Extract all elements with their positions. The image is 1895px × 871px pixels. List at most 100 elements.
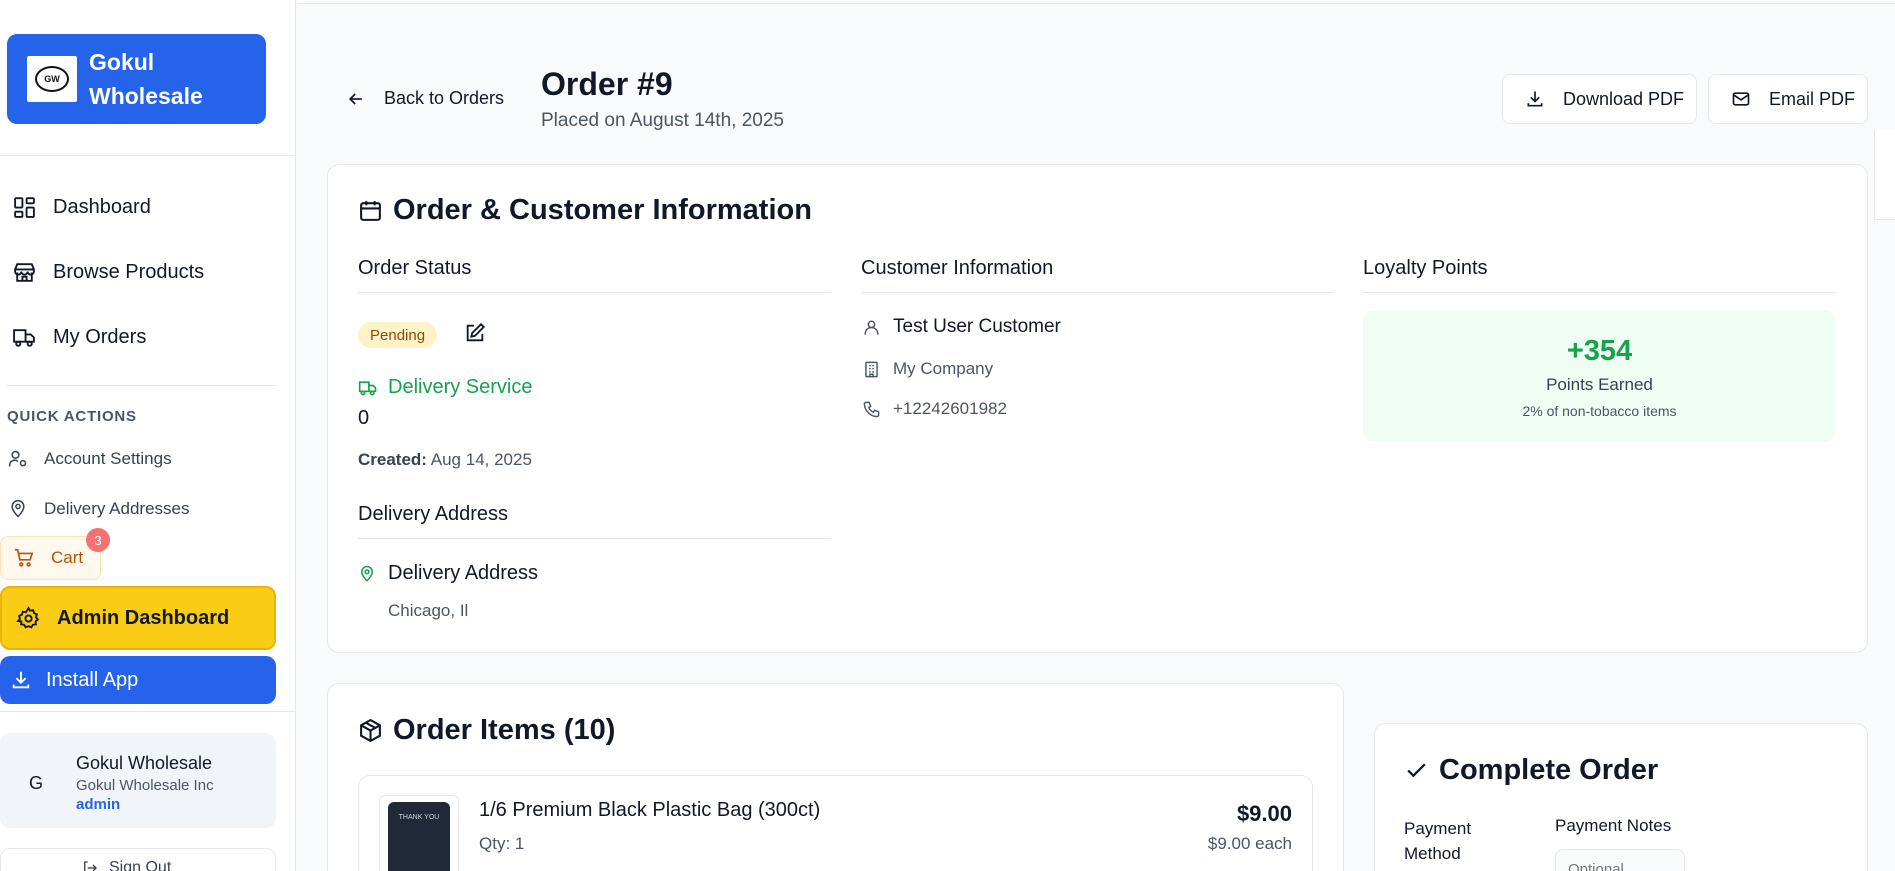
download-icon	[12, 671, 30, 689]
gear-icon	[16, 605, 40, 629]
top-border	[297, 0, 1895, 4]
admin-dashboard-label: Admin Dashboard	[57, 606, 230, 629]
customer-info-heading: Customer Information	[861, 257, 1334, 293]
list-item[interactable]: THANK YOU 1/6 Premium Black Plastic Bag …	[358, 775, 1313, 871]
order-placed-date: Placed on August 14th, 2025	[541, 110, 784, 131]
building-icon	[865, 361, 878, 377]
customer-name: Test User Customer	[862, 316, 1061, 338]
nav-item-label: My Orders	[53, 326, 147, 348]
payment-notes-label: Payment Notes	[1555, 816, 1672, 835]
order-status-heading: Order Status	[358, 257, 831, 293]
quick-action-label: Account Settings	[44, 449, 172, 468]
quick-action-account-settings[interactable]: Account Settings	[8, 449, 172, 469]
payment-notes-input[interactable]	[1555, 849, 1685, 871]
sidebar-divider	[0, 711, 295, 712]
delivery-address: Delivery Address	[358, 562, 538, 585]
sidebar-divider	[7, 385, 276, 386]
status-badge: Pending	[358, 322, 438, 348]
mail-icon	[1732, 92, 1750, 106]
delivery-address-heading: Delivery Address	[358, 503, 831, 539]
loyalty-points-sub: 2% of non-tobacco items	[1522, 403, 1677, 419]
quick-actions-title: QUICK ACTIONS	[7, 408, 137, 425]
nav-item-label: Dashboard	[53, 196, 151, 218]
delivery-service-label: Delivery Service	[388, 376, 533, 398]
customer-name-text: Test User Customer	[893, 316, 1061, 337]
truck-icon	[358, 380, 377, 395]
back-to-orders-label: Back to Orders	[384, 88, 505, 108]
customer-phone: +12242601982	[862, 399, 1007, 419]
install-app-label: Install App	[46, 668, 139, 691]
brand-name: Gokul Wholesale	[89, 49, 203, 109]
delivery-service: Delivery Service	[358, 376, 532, 399]
customer-company: My Company	[862, 359, 993, 379]
cart-icon	[14, 548, 34, 567]
complete-order-title: Complete Order	[1404, 754, 1658, 787]
nav-item-dashboard[interactable]: Dashboard	[12, 195, 151, 220]
delivery-address-label: Delivery Address	[388, 562, 539, 584]
package-icon	[360, 718, 381, 743]
quick-action-label: Delivery Addresses	[44, 499, 190, 518]
product-thumbnail-text: THANK YOU	[398, 814, 440, 821]
quick-action-delivery-addresses[interactable]: Delivery Addresses	[8, 499, 190, 519]
side-panel-edge	[1874, 130, 1895, 220]
store-icon	[14, 263, 35, 282]
nav-item-browse-products[interactable]: Browse Products	[12, 260, 204, 285]
email-pdf-label: Email PDF	[1769, 88, 1856, 109]
sidebar: GW Gokul Wholesale Dashboard Browse Prod…	[0, 0, 296, 871]
loyalty-points-label: Points Earned	[1546, 375, 1653, 394]
brand-logo: GW	[27, 56, 77, 102]
edit-status-icon[interactable]	[464, 322, 486, 344]
item-unit-price: $9.00 each	[1207, 834, 1292, 853]
product-thumbnail: THANK YOU	[379, 795, 459, 871]
item-price: $9.00	[1236, 801, 1292, 826]
map-pin-icon	[360, 565, 374, 582]
user-card: G Gokul Wholesale Gokul Wholesale Inc ad…	[0, 733, 276, 828]
item-name: 1/6 Premium Black Plastic Bag (300ct)	[479, 799, 821, 821]
user-company: Gokul Wholesale Inc	[76, 777, 214, 794]
arrow-left-icon	[348, 92, 362, 105]
truck-icon	[13, 329, 35, 347]
back-to-orders-link[interactable]: Back to Orders	[346, 88, 504, 109]
order-items-title: Order Items (10)	[358, 714, 615, 747]
dashboard-icon	[14, 197, 35, 218]
brand-logo-text: GW	[35, 66, 69, 92]
user-settings-icon	[8, 450, 27, 467]
created-date: Created: Aug 14, 2025	[358, 450, 532, 470]
bag-image	[388, 802, 450, 871]
delivery-address-city: Chicago, Il	[388, 601, 469, 620]
download-icon	[1527, 91, 1543, 107]
nav-item-label: Browse Products	[53, 261, 205, 283]
created-value: Aug 14, 2025	[430, 450, 532, 469]
user-icon	[864, 319, 879, 335]
cart-count-badge: 3	[86, 528, 110, 552]
avatar: G	[29, 773, 44, 793]
user-name: Gokul Wholesale	[76, 753, 213, 773]
created-label: Created:	[358, 450, 427, 469]
brand-header[interactable]: GW Gokul Wholesale	[7, 34, 266, 124]
loyalty-points-box: +354 Points Earned 2% of non-tobacco ite…	[1363, 311, 1836, 441]
download-pdf-button[interactable]: Download PDF	[1502, 74, 1697, 124]
nav-item-my-orders[interactable]: My Orders	[12, 325, 146, 350]
admin-dashboard-button[interactable]: Admin Dashboard	[0, 586, 276, 650]
info-card-title-text: Order & Customer Information	[393, 194, 812, 226]
loyalty-points-value: +354	[1566, 335, 1633, 367]
check-icon	[1407, 763, 1426, 778]
page-title: Order #9	[541, 66, 673, 102]
sign-out-label: Sign Out	[109, 859, 172, 871]
sign-out-button[interactable]: Sign Out	[0, 848, 276, 871]
phone-icon	[863, 401, 880, 417]
calendar-icon	[360, 201, 381, 221]
email-pdf-button[interactable]: Email PDF	[1708, 74, 1868, 124]
customer-phone-text: +12242601982	[893, 399, 1007, 418]
loyalty-points-heading: Loyalty Points	[1363, 257, 1836, 293]
order-items-title-text: Order Items (10)	[393, 714, 616, 746]
map-pin-icon	[11, 499, 25, 518]
install-app-button[interactable]: Install App	[0, 656, 276, 704]
item-qty: Qty: 1	[479, 834, 525, 853]
sidebar-divider	[0, 155, 295, 156]
cart-label: Cart	[51, 548, 84, 567]
customer-company-text: My Company	[893, 359, 994, 378]
payment-method-label: Payment Method	[1404, 819, 1472, 863]
delivery-service-value: 0	[358, 407, 370, 429]
logout-icon	[84, 861, 97, 871]
